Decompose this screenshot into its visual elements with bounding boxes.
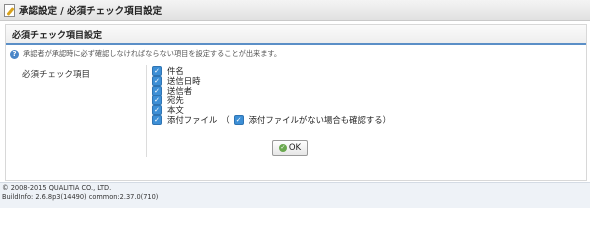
field-label: 必須チェック項目 (22, 70, 91, 80)
info-message: ? 承認者が承認時に必ず確認しなければならない項目を設定することが出来ます。 (10, 49, 281, 59)
panel-header: 必須チェック項目設定 (6, 25, 586, 45)
divider (146, 65, 147, 157)
checkbox-body[interactable]: ✓ (152, 105, 162, 116)
info-text: 承認者が承認時に必ず確認しなければならない項目を設定することが出来ます。 (23, 49, 282, 58)
ok-button-label: OK (288, 143, 302, 153)
page-title: 承認設定 / 必須チェック項目設定 (19, 6, 163, 17)
check-label-attachment: 添付ファイル (167, 114, 218, 125)
document-pen-icon (3, 4, 15, 17)
check-item-sender[interactable]: ✓ 送信者 (152, 85, 391, 96)
checkbox-recipient[interactable]: ✓ (152, 95, 162, 106)
checkbox-attachment-required[interactable]: ✓ (233, 114, 244, 125)
check-item-attachment[interactable]: ✓ 添付ファイル （ ✓ 添付ファイルがない場合も確認する） (152, 114, 391, 125)
checkbox-sender[interactable]: ✓ (152, 85, 162, 96)
footer: © 2008-2015 QUALITIA CO., LTD. BuildInfo… (0, 182, 590, 208)
ok-button[interactable]: ✓ OK (272, 140, 308, 156)
info-icon: ? (10, 49, 19, 59)
settings-panel: 必須チェック項目設定 ? 承認者が承認時に必ず確認しなければならない項目を設定す… (5, 24, 587, 181)
title-bar: 承認設定 / 必須チェック項目設定 (0, 0, 590, 21)
check-item-recipient[interactable]: ✓ 宛先 (152, 95, 391, 106)
checkbox-subject[interactable]: ✓ (152, 65, 162, 76)
build-info: BuildInfo: 2.6.8p3(14490) common:2.37.0(… (2, 192, 159, 201)
checkbox-sent-date[interactable]: ✓ (152, 75, 162, 86)
copyright-text: © 2008-2015 QUALITIA CO., LTD. (2, 184, 112, 192)
checkbox-attachment[interactable]: ✓ (152, 114, 162, 125)
ok-check-icon: ✓ (278, 144, 287, 152)
attachment-sub-label: 添付ファイルがない場合も確認する） (248, 114, 391, 125)
panel-title: 必須チェック項目設定 (12, 30, 103, 41)
attachment-open-paren: （ (221, 114, 230, 125)
check-list: ✓ 件名 ✓ 送信日時 ✓ 送信者 ✓ 宛先 ✓ 本文 ✓ 添付ファイル （ ✓… (152, 65, 391, 125)
